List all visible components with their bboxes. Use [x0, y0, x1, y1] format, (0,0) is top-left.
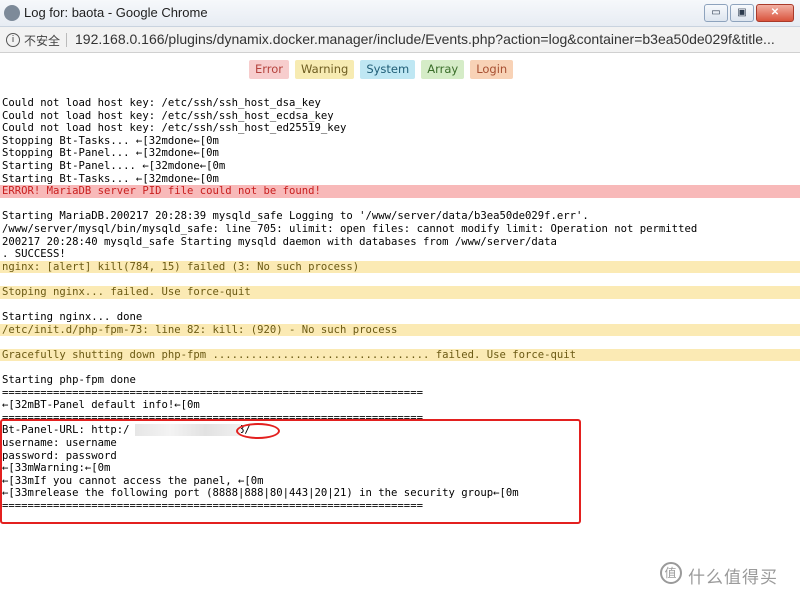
- window-controls: ▭ ▣ ✕: [704, 4, 794, 22]
- annotation-port-circle: [236, 423, 280, 439]
- filter-array-button[interactable]: Array: [421, 60, 465, 79]
- browser-icon: [4, 5, 20, 21]
- log-blank: [0, 361, 800, 374]
- log-line: Starting Bt-Panel.... ←[32mdone←[0m: [2, 159, 226, 172]
- log-line-error: ERROR! MariaDB server PID file could not…: [0, 185, 800, 198]
- log-line: Stopping Bt-Panel... ←[32mdone←[0m: [2, 147, 219, 160]
- watermark-logo-icon: 值: [660, 562, 682, 584]
- url-field[interactable]: 192.168.0.166/plugins/dynamix.docker.man…: [75, 31, 790, 47]
- log-line: ========================================…: [2, 386, 423, 399]
- log-filters: Error Warning System Array Login: [249, 60, 514, 79]
- redacted-ip-blur: [135, 424, 241, 436]
- log-line: Starting MariaDB.200217 20:28:39 mysqld_…: [2, 210, 589, 223]
- log-line: Starting nginx... done: [2, 311, 143, 324]
- watermark-text: 什么值得买: [688, 568, 778, 588]
- restore-button[interactable]: ▣: [730, 4, 754, 22]
- info-icon[interactable]: i: [6, 33, 20, 47]
- log-blank: [0, 299, 800, 312]
- log-line: Starting php-fpm done: [2, 374, 136, 387]
- log-line: ←[32mBT-Panel default info!←[0m: [2, 399, 200, 412]
- log-line: 200217 20:28:40 mysqld_safe Starting mys…: [2, 235, 557, 248]
- title-bar: Log for: baota - Google Chrome ▭ ▣ ✕: [0, 0, 800, 27]
- log-line: /www/server/mysql/bin/mysqld_safe: line …: [2, 222, 698, 235]
- minimize-button[interactable]: ▭: [704, 4, 728, 22]
- log-line-warning: Gracefully shutting down php-fpm .......…: [0, 348, 800, 362]
- log-blank: [0, 198, 800, 211]
- filter-error-button[interactable]: Error: [249, 60, 290, 79]
- log-blank: [0, 336, 800, 349]
- close-button[interactable]: ✕: [756, 4, 794, 22]
- log-line-warning: nginx: [alert] kill(784, 15) failed (3: …: [0, 260, 800, 274]
- watermark: 值 什么值得买: [660, 562, 778, 588]
- log-line: Could not load host key: /etc/ssh/ssh_ho…: [2, 97, 321, 109]
- log-line: Stopping Bt-Tasks... ←[32mdone←[0m: [2, 134, 219, 147]
- window-title: Log for: baota - Google Chrome: [24, 5, 208, 20]
- log-line: Starting Bt-Tasks... ←[32mdone←[0m: [2, 172, 219, 185]
- filter-system-button[interactable]: System: [360, 60, 416, 79]
- log-line-warning: Stoping nginx... failed. Use force-quit: [0, 285, 800, 299]
- log-line: Could not load host key: /etc/ssh/ssh_ho…: [2, 122, 347, 135]
- address-separator: [66, 33, 67, 47]
- filter-warning-button[interactable]: Warning: [295, 60, 355, 79]
- log-line: . SUCCESS!: [2, 248, 66, 261]
- log-blank: [0, 273, 800, 286]
- address-bar: i 不安全 192.168.0.166/plugins/dynamix.dock…: [0, 27, 800, 53]
- security-status[interactable]: 不安全: [24, 32, 60, 49]
- annotation-highlight-box: [0, 419, 581, 524]
- filter-login-button[interactable]: Login: [470, 60, 514, 79]
- log-line-warning: /etc/init.d/php-fpm-73: line 82: kill: (…: [0, 323, 800, 337]
- log-line: Could not load host key: /etc/ssh/ssh_ho…: [2, 109, 334, 122]
